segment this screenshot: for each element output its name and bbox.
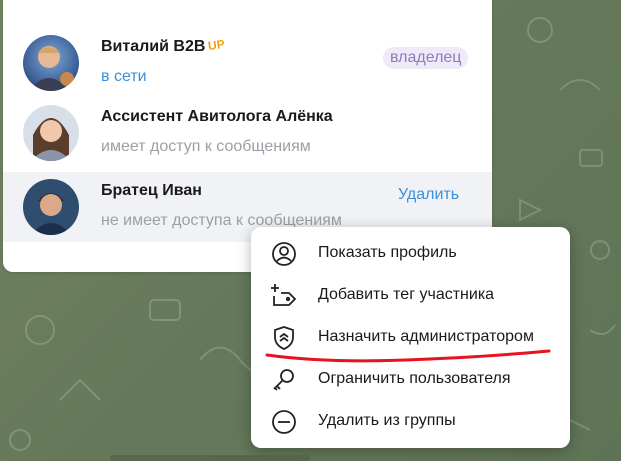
menu-label: Показать профиль [318, 244, 457, 261]
member-name: Виталий B2B UP [101, 36, 226, 55]
shield-icon [274, 326, 294, 350]
annotation-underline [265, 349, 551, 363]
remove-member-link[interactable]: Удалить [398, 186, 459, 204]
member-row-vitaliy[interactable]: Виталий B2B UP в сети владелец [3, 28, 492, 98]
avatar [23, 35, 79, 91]
tag-add-icon [271, 284, 297, 306]
menu-label: Удалить из группы [318, 412, 456, 429]
user-circle-icon [272, 242, 296, 266]
member-row-assistant[interactable]: Ассистент Авитолога Алёнка имеет доступ … [3, 98, 492, 168]
menu-label: Добавить тег участника [318, 286, 495, 303]
up-badge: UP [207, 36, 226, 54]
avatar [23, 179, 79, 235]
member-name: Ассистент Авитолога Алёнка [101, 108, 333, 125]
key-icon [273, 369, 294, 391]
menu-item-show-profile[interactable]: Показать профиль [251, 232, 570, 274]
member-name: Братец Иван [101, 182, 202, 199]
owner-badge: владелец [383, 47, 469, 69]
bottom-bar [110, 455, 310, 461]
member-status: имеет доступ к сообщениям [101, 138, 311, 155]
menu-item-add-member-tag[interactable]: Добавить тег участника [251, 274, 570, 316]
menu-label: Ограничить пользователя [318, 370, 511, 387]
member-status: в сети [101, 68, 147, 85]
avatar [23, 105, 79, 161]
menu-label: Назначить администратором [318, 328, 534, 345]
menu-item-remove-from-group[interactable]: Удалить из группы [251, 400, 570, 442]
minus-circle-icon [272, 410, 296, 434]
member-context-menu: Показать профиль Добавить тег участника … [251, 227, 570, 448]
